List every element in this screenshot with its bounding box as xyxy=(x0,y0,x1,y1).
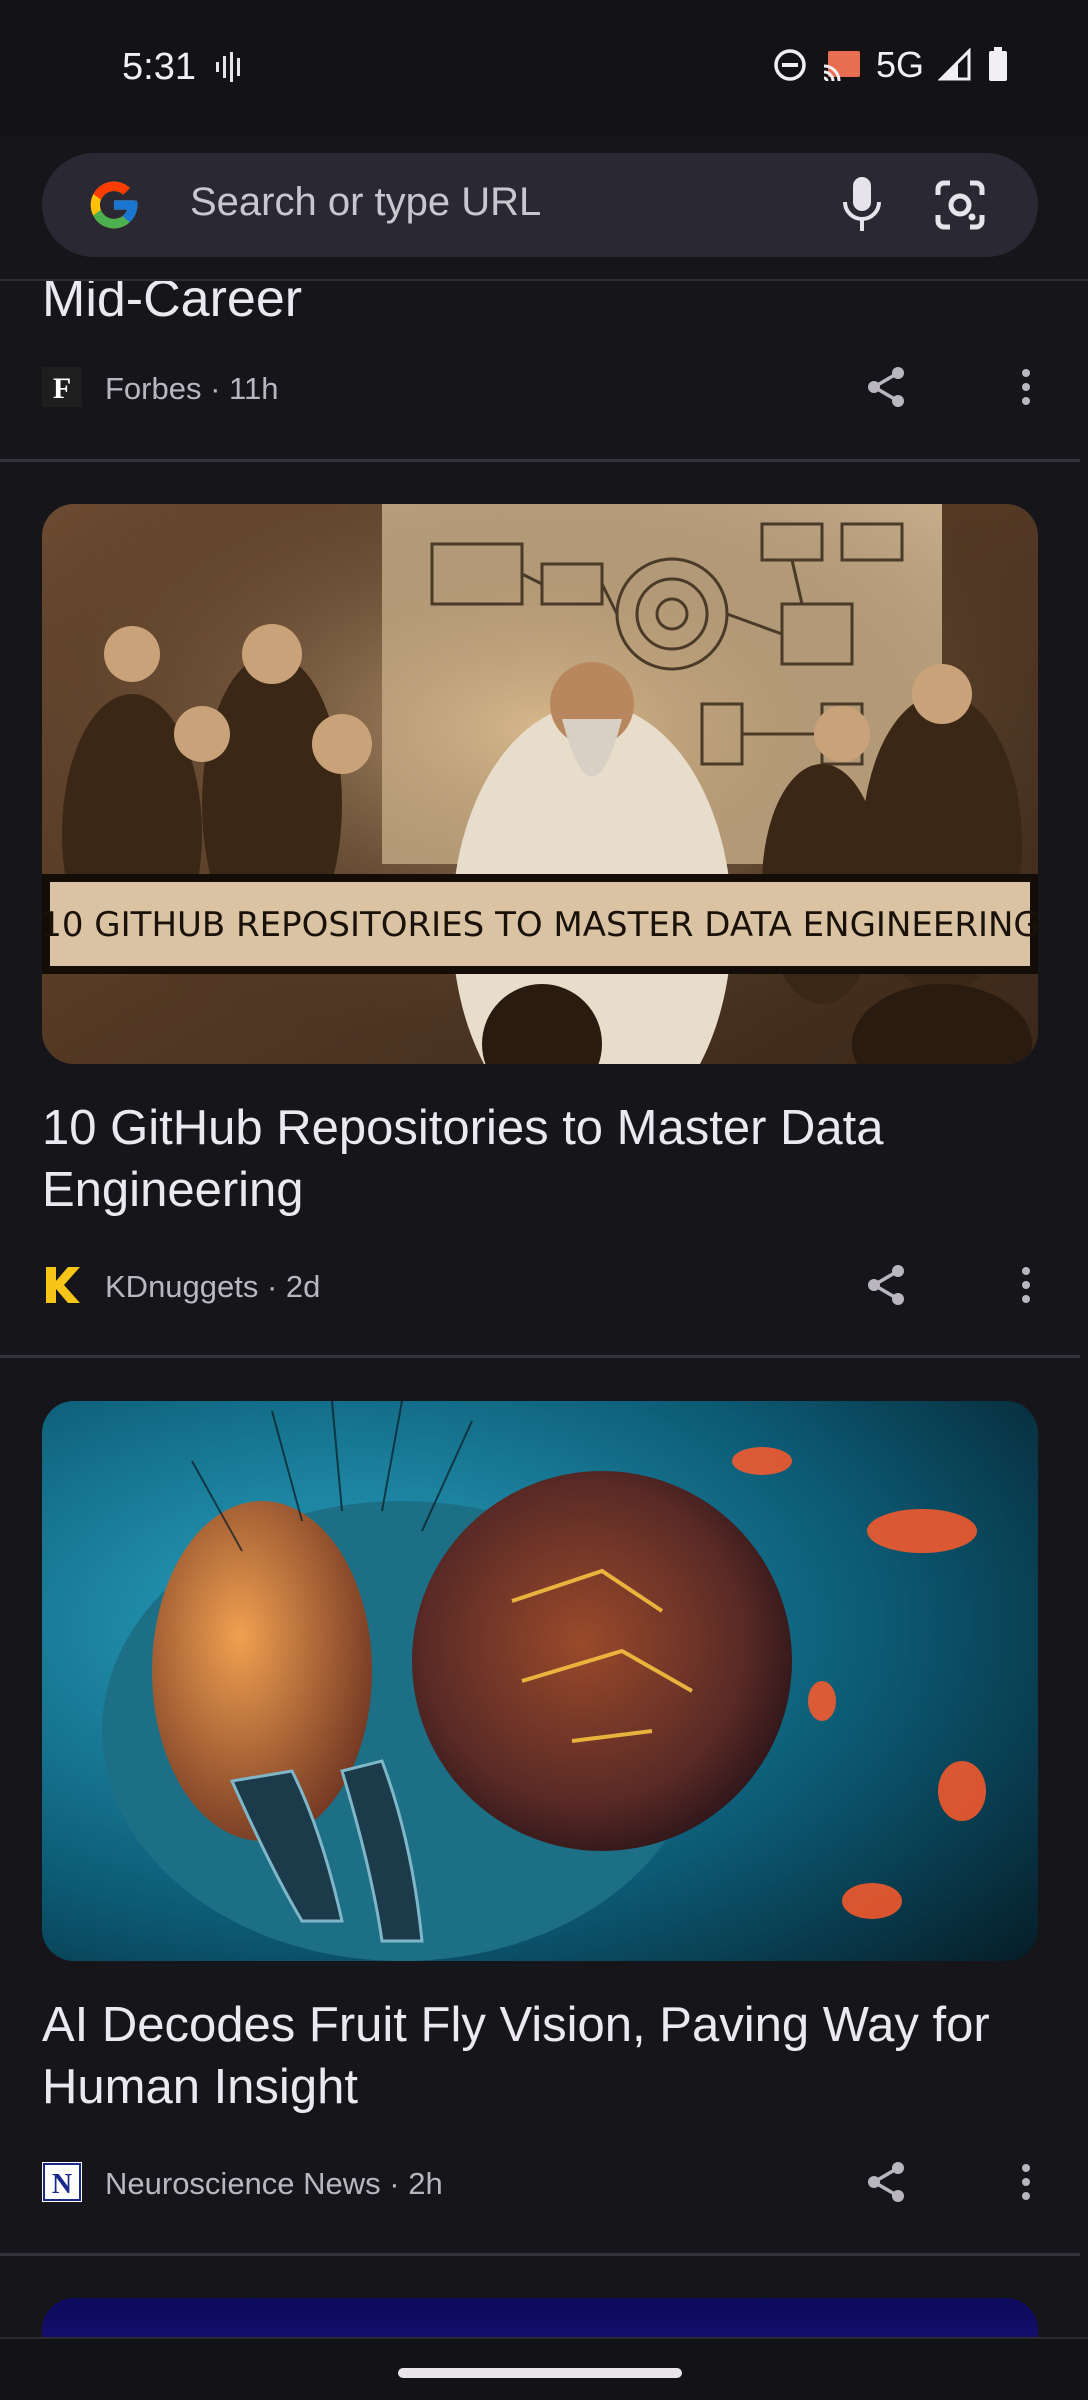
cast-icon xyxy=(823,51,860,82)
article-meta: F Forbes · 11h xyxy=(42,363,1046,411)
more-options-icon[interactable] xyxy=(1002,2158,1050,2206)
mic-icon[interactable] xyxy=(840,175,884,235)
status-bar: 5:31 5G xyxy=(0,0,1088,136)
share-icon[interactable] xyxy=(862,1261,910,1309)
share-icon[interactable] xyxy=(862,363,910,411)
nav-divider xyxy=(0,2337,1088,2339)
article-title[interactable]: Mid-Career xyxy=(42,281,302,329)
share-icon[interactable] xyxy=(862,2158,910,2206)
article-meta: N Neuroscience News · 2h xyxy=(42,2158,1046,2206)
article-illustration: 10 GITHUB REPOSITORIES TO MASTER DATA EN… xyxy=(42,504,1038,1064)
status-time: 5:31 xyxy=(122,46,196,88)
signal-icon xyxy=(938,48,971,81)
source-label: Neuroscience News · 2h xyxy=(105,2166,443,2201)
article-meta: KDnuggets · 2d xyxy=(42,1261,1046,1309)
voice-wave-icon xyxy=(216,52,240,82)
image-caption: 10 GITHUB REPOSITORIES TO MASTER DATA EN… xyxy=(42,905,1038,945)
google-logo xyxy=(90,181,138,229)
article-illustration xyxy=(42,1401,1038,1961)
card-divider xyxy=(0,2253,1080,2256)
article-title[interactable]: 10 GitHub Repositories to Master Data En… xyxy=(42,1097,1038,1221)
home-gesture-handle[interactable] xyxy=(398,2368,682,2378)
svg-text:F: F xyxy=(53,372,71,405)
lens-icon[interactable] xyxy=(932,177,988,233)
card-divider xyxy=(0,1355,1080,1358)
source-label: KDnuggets · 2d xyxy=(105,1269,321,1304)
news-feed[interactable]: Mid-Career F Forbes · 11h 10 GITHUB REPO… xyxy=(0,281,1088,2337)
more-options-icon[interactable] xyxy=(1002,1261,1050,1309)
article-image-next[interactable] xyxy=(42,2298,1038,2337)
forbes-logo: F xyxy=(42,367,82,407)
search-bar[interactable]: Search or type URL xyxy=(42,153,1038,257)
kdnuggets-logo xyxy=(46,1267,80,1303)
article-title[interactable]: AI Decodes Fruit Fly Vision, Paving Way … xyxy=(42,1994,1038,2118)
battery-icon xyxy=(989,47,1007,81)
source-label: Forbes · 11h xyxy=(105,371,279,406)
card-divider xyxy=(0,459,1080,462)
more-options-icon[interactable] xyxy=(1002,363,1050,411)
network-type: 5G xyxy=(875,44,924,85)
search-input[interactable]: Search or type URL xyxy=(190,180,541,225)
neuroscience-news-logo: N xyxy=(42,2162,82,2202)
dnd-icon xyxy=(774,49,806,81)
article-image-github[interactable]: 10 GITHUB REPOSITORIES TO MASTER DATA EN… xyxy=(42,504,1038,1064)
gesture-nav-bar xyxy=(0,2337,1088,2400)
svg-text:N: N xyxy=(52,2169,72,2200)
article-image-fruit-fly[interactable] xyxy=(42,1401,1038,1961)
